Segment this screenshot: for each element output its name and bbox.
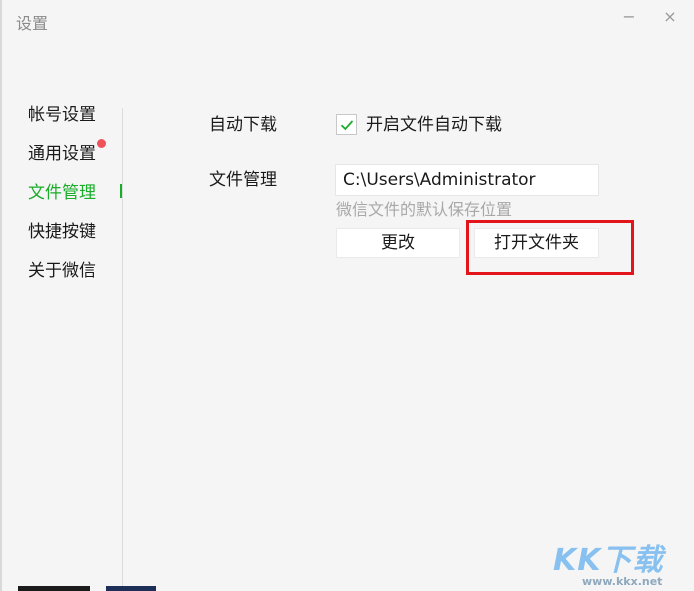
save-path-hint: 微信文件的默认保存位置 xyxy=(336,200,513,219)
notification-badge xyxy=(97,139,106,148)
sidebar-divider xyxy=(122,108,123,591)
auto-download-checkbox[interactable] xyxy=(336,114,357,135)
close-icon[interactable]: × xyxy=(657,6,683,28)
auto-download-checkbox-label[interactable]: 开启文件自动下载 xyxy=(366,113,502,137)
watermark-logo: KK下载 xyxy=(553,543,664,578)
auto-download-label: 自动下载 xyxy=(209,115,277,135)
save-path-field: C:\Users\Administrator xyxy=(335,164,599,196)
minimize-icon[interactable]: − xyxy=(616,6,642,28)
file-management-label: 文件管理 xyxy=(209,170,277,190)
window-title: 设置 xyxy=(16,14,49,33)
background-window-edge xyxy=(106,586,156,591)
settings-sidebar xyxy=(2,100,124,591)
background-window-edge xyxy=(18,586,90,591)
change-path-button[interactable]: 更改 xyxy=(336,228,460,258)
active-item-indicator xyxy=(120,184,122,198)
sidebar-item-about[interactable]: 关于微信 xyxy=(28,258,96,284)
watermark-url: www.kkx.net xyxy=(582,575,663,588)
highlight-annotation xyxy=(466,220,634,275)
sidebar-item-file-management[interactable]: 文件管理 xyxy=(28,180,96,206)
checkmark-icon xyxy=(340,120,354,131)
sidebar-item-account[interactable]: 帐号设置 xyxy=(28,102,96,128)
sidebar-item-shortcuts[interactable]: 快捷按键 xyxy=(28,219,96,245)
settings-window: 设置 − × 帐号设置 通用设置 文件管理 快捷按键 关于微信 自动下载 开启文… xyxy=(0,0,694,591)
sidebar-item-general[interactable]: 通用设置 xyxy=(28,141,96,167)
